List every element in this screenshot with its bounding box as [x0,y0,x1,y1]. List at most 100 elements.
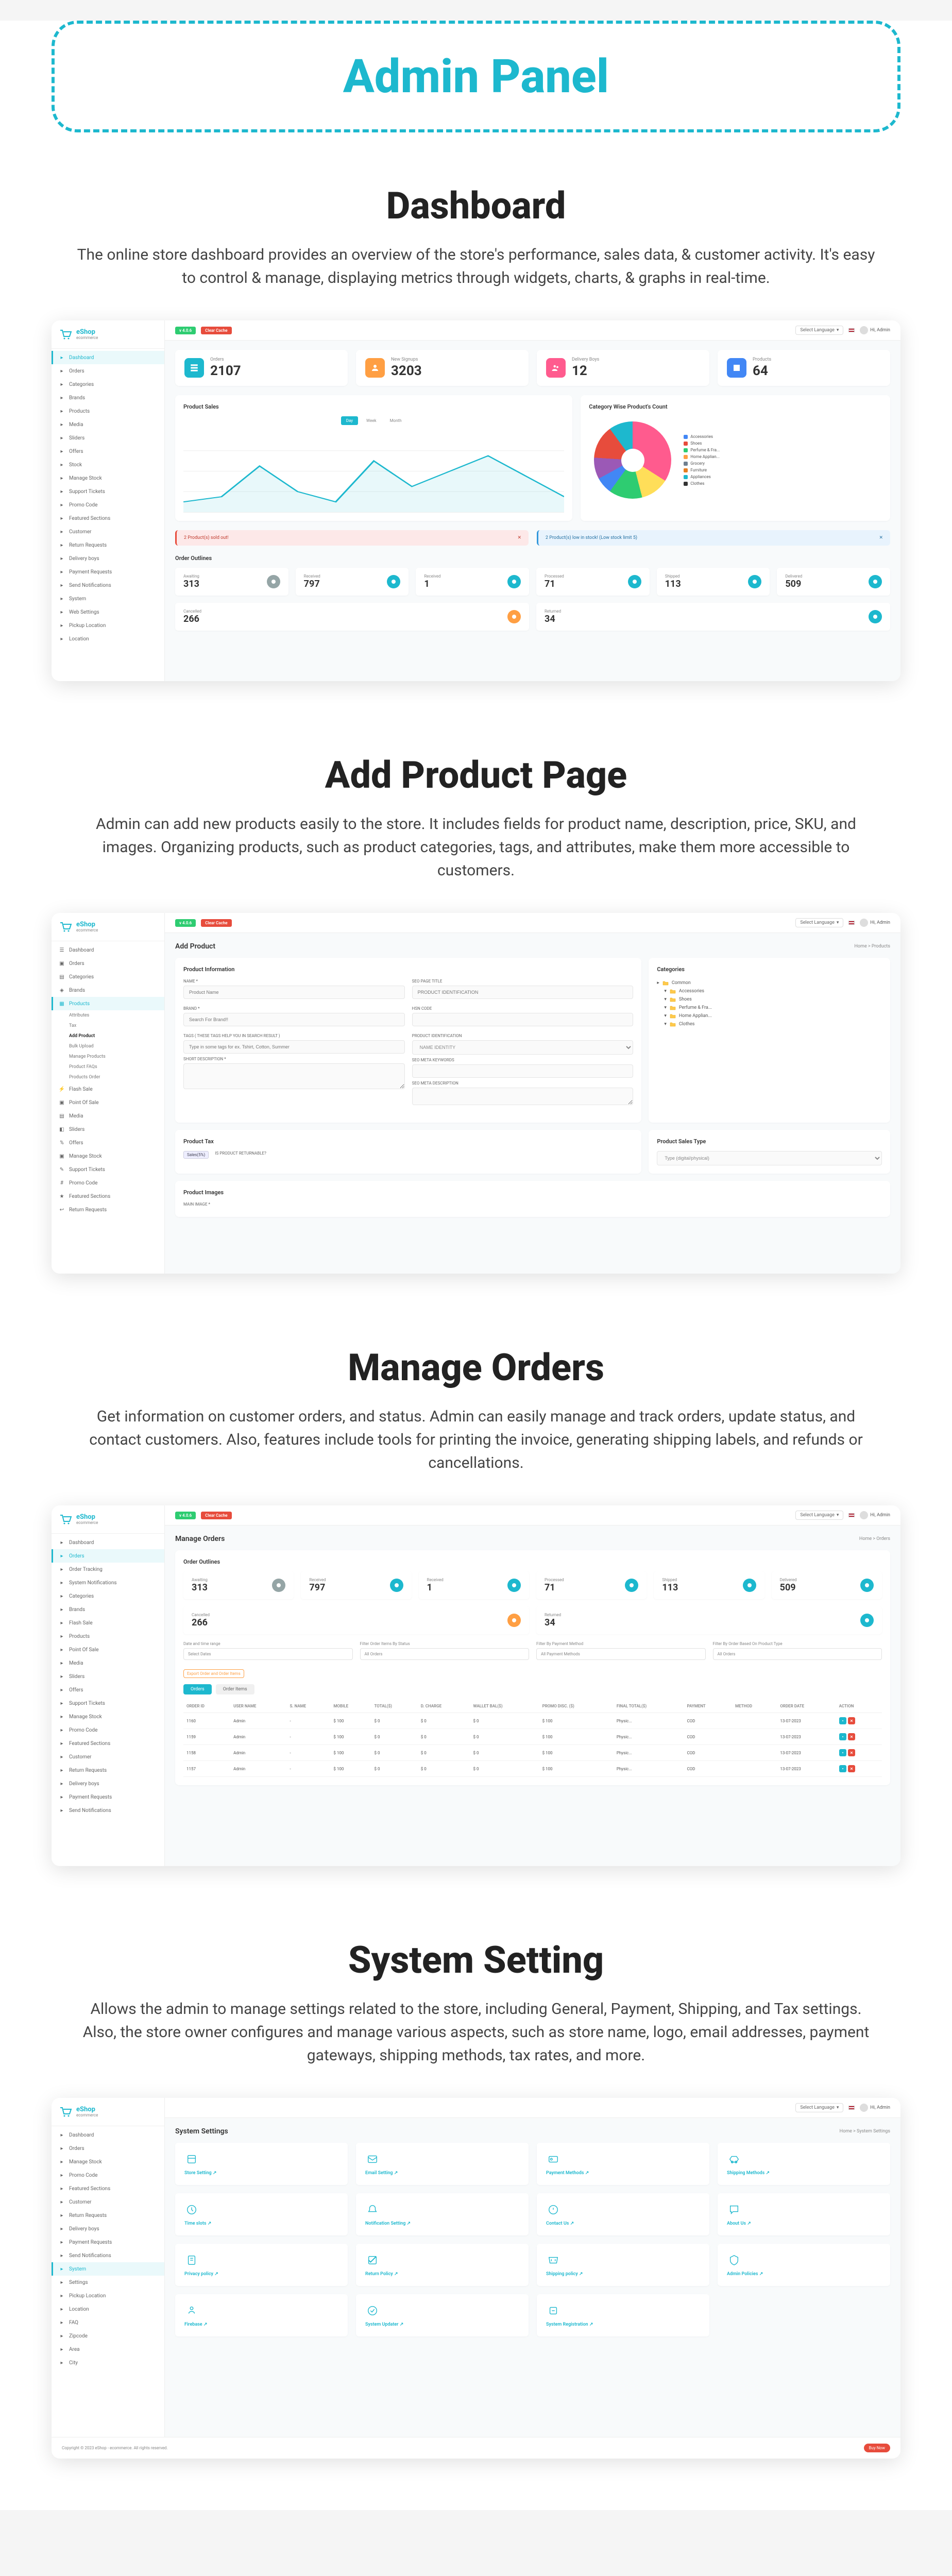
view-icon[interactable] [839,1765,846,1772]
sidebar-item[interactable]: ★Featured Sections [52,1190,164,1203]
flag-icon[interactable] [848,921,855,925]
setting-card[interactable]: System Updater ↗ [356,2294,529,2336]
filter-select[interactable]: All Payment Methods [536,1648,706,1660]
sidebar-item[interactable]: ▸Location [52,2302,164,2316]
sidebar-item[interactable]: ▸System [52,2262,164,2276]
setting-card[interactable]: About Us ↗ [718,2193,890,2235]
sidebar-item[interactable]: ▸Featured Sections [52,2182,164,2195]
sidebar-item[interactable]: ▸Pickup Location [52,619,164,632]
tree-item[interactable]: ▾Home Applian... [657,1012,882,1020]
sidebar-item[interactable]: ▸FAQ [52,2316,164,2329]
sidebar-item[interactable]: ▸Delivery boys [52,1777,164,1790]
sidebar-subitem[interactable]: Product FAQs [52,1062,164,1072]
sidebar-item[interactable]: ▸Dashboard [52,2128,164,2142]
sidebar-item[interactable]: ▤Categories [52,970,164,984]
tree-item[interactable]: ▸Common [657,979,882,987]
sidebar-item[interactable]: ▸Delivery boys [52,2222,164,2235]
sidebar-item[interactable]: ▸Send Notifications [52,2249,164,2262]
sidebar-item[interactable]: ▸Dashboard [52,351,164,364]
sidebar-subitem-add-product[interactable]: Add Product [52,1031,164,1041]
sidebar-item[interactable]: ⚡Flash Sale [52,1082,164,1096]
chart-tab[interactable]: Day [341,416,358,425]
tags-input[interactable] [183,1040,405,1054]
sidebar-item[interactable]: ▸Offers [52,1683,164,1697]
brand-input[interactable] [183,1013,405,1026]
flag-icon[interactable] [848,2106,855,2110]
sidebar-item[interactable]: ▸Media [52,418,164,431]
setting-card[interactable]: Payment Methods ↗ [537,2143,709,2185]
sidebar-item[interactable]: ▸Flash Sale [52,1616,164,1630]
sidebar-subitem[interactable]: Tax [52,1021,164,1031]
sidebar-item[interactable]: ▸Dashboard [52,1536,164,1549]
sidebar-item[interactable]: ▸Customer [52,525,164,538]
setting-card[interactable]: Shipping policy ↗ [537,2244,709,2286]
logo[interactable]: eShopecommerce [52,2098,164,2126]
delete-icon[interactable] [848,1717,855,1724]
pid-select[interactable]: NAME IDENTITY [412,1040,634,1055]
sidebar-item[interactable]: ▤Media [52,1109,164,1123]
sidebar-item[interactable]: ▸Send Notifications [52,579,164,592]
sidebar-item[interactable]: ▸Payment Requests [52,1790,164,1804]
alert-soldout[interactable]: 2 Product(s) sold out!✕ [175,530,529,546]
user-greeting[interactable]: Hi, Admin [860,326,890,334]
sidebar-item[interactable]: ▸Return Requests [52,2209,164,2222]
sidebar-item[interactable]: ▸Return Requests [52,538,164,552]
sidebar-item[interactable]: ▸Area [52,2343,164,2356]
sidebar-item[interactable]: ▸Support Tickets [52,485,164,498]
sidebar-item[interactable]: ▸Return Requests [52,1764,164,1777]
sidebar-item[interactable]: ▸Payment Requests [52,565,164,579]
sidebar-item[interactable]: ▸Promo Code [52,1723,164,1737]
tree-item[interactable]: ▾Clothes [657,1020,882,1028]
setting-card[interactable]: Firebase ↗ [175,2294,348,2336]
sidebar-item[interactable]: ▸Manage Stock [52,471,164,485]
sidebar-item[interactable]: ▸Promo Code [52,498,164,512]
tree-item[interactable]: ▾Perfume & Fra... [657,1004,882,1012]
sidebar-item[interactable]: ▸Delivery boys [52,552,164,565]
sidebar-item[interactable]: ▸Manage Stock [52,1710,164,1723]
export-button[interactable]: Export Order and Order Items [183,1669,244,1678]
flag-icon[interactable] [848,328,855,332]
delete-icon[interactable] [848,1765,855,1772]
delete-icon[interactable] [848,1733,855,1740]
sidebar-item[interactable]: ▣Orders [52,957,164,970]
meta-desc-input[interactable] [412,1088,634,1105]
sidebar-item[interactable]: ▸Point Of Sale [52,1643,164,1656]
setting-card[interactable]: Privacy policy ↗ [175,2244,348,2286]
sidebar-item[interactable]: ▸Orders [52,1549,164,1563]
language-select[interactable]: Select Language ▾ [795,1511,843,1520]
sidebar-item-products[interactable]: ▦Products [52,997,164,1010]
sidebar-item[interactable]: ↩Return Requests [52,1203,164,1216]
sidebar-item[interactable]: ▸Settings [52,2276,164,2289]
view-icon[interactable] [839,1717,846,1724]
setting-card[interactable]: Contact Us ↗ [537,2193,709,2235]
sidebar-item[interactable]: ▸Categories [52,378,164,391]
sidebar-subitem[interactable]: Products Order [52,1072,164,1082]
chart-tab[interactable]: Week [361,416,382,425]
tree-item[interactable]: ▾Shoes [657,995,882,1004]
sidebar-subitem[interactable]: Bulk Upload [52,1041,164,1052]
sidebar-item[interactable]: ▸Featured Sections [52,1737,164,1750]
language-select[interactable]: Select Language ▾ [795,326,843,335]
sidebar-item[interactable]: ▸Customer [52,2195,164,2209]
sidebar-item[interactable]: ▸System [52,592,164,605]
tax-chip[interactable]: Sales(5%) [183,1151,209,1159]
logo[interactable]: eShopecommerce [52,1505,164,1534]
filter-select[interactable]: Select Dates [183,1648,353,1660]
sidebar-item[interactable]: ◧Sliders [52,1123,164,1136]
sales-type-select[interactable]: Type (digital/physical) [657,1151,882,1165]
meta-key-input[interactable] [412,1064,634,1078]
short-desc-input[interactable] [183,1063,405,1089]
language-select[interactable]: Select Language ▾ [795,2103,843,2112]
sidebar-item[interactable]: ▸Customer [52,1750,164,1764]
tree-item[interactable]: ▾Accessories [657,987,882,995]
filter-select[interactable]: All Orders [360,1648,530,1660]
sidebar-item[interactable]: ▸Order Tracking [52,1563,164,1576]
sidebar-item[interactable]: ✎Support Tickets [52,1163,164,1176]
alert-lowstock[interactable]: 2 Product(s) low in stock! (Low stock li… [537,530,890,546]
tab[interactable]: Order Items [216,1684,254,1694]
sidebar-item[interactable]: %Offers [52,1136,164,1149]
delete-icon[interactable] [848,1749,855,1756]
setting-card[interactable]: System Registration ↗ [537,2294,709,2336]
sidebar-item[interactable]: ▸City [52,2356,164,2369]
chart-tab[interactable]: Month [385,416,407,425]
